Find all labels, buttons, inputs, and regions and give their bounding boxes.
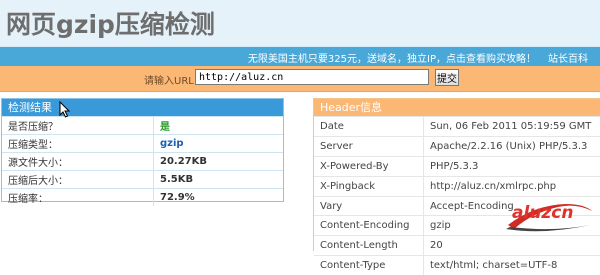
table-row: Content-Length 20 [314,235,600,256]
row-value: 20.27KB [160,156,208,167]
row-value: 72.9% [160,192,195,203]
row-label: 压缩后大小： [2,171,154,188]
row-value: Accept-Encoding [430,200,514,212]
row-label: 源文件大小： [2,153,154,170]
row-value: gzip [430,220,451,232]
row-label: Vary [314,196,424,216]
row-value: Apache/2.2.16 (Unix) PHP/5.3.3 [430,140,588,152]
table-row: 压缩率： 72.9% [2,188,283,206]
aluzcn-logo: aluzcn [504,199,596,235]
row-value: http://aluz.cn/xmlrpc.php [430,180,557,192]
row-value: 20 [430,240,443,252]
row-label: 是否压缩？ [2,117,154,134]
row-value: PHP/5.3.3 [430,160,479,172]
url-input[interactable] [195,69,429,85]
row-value: text/html; charset=UTF-8 [430,260,558,272]
row-label: Server [314,136,424,156]
table-row: 压缩类型： gzip [2,134,283,152]
result-panel: 检测结果 是否压缩？ 是 压缩类型： gzip 源文件大小： 20.27KB 压… [1,98,284,206]
row-label: Content-Length [314,236,424,256]
table-row: Server Apache/2.2.16 (Unix) PHP/5.3.3 [314,135,600,156]
row-value: 是 [160,122,170,133]
table-row: 源文件大小： 20.27KB [2,152,283,170]
row-value: Sun, 06 Feb 2011 05:19:59 GMT [430,120,592,132]
table-row: Content-Type text/html; charset=UTF-8 [314,255,600,275]
table-row: 压缩后大小： 5.5KB [2,170,283,188]
row-label: 压缩类型： [2,135,154,152]
table-row: X-Powered-By PHP/5.3.3 [314,155,600,176]
row-label: 压缩率： [2,189,154,206]
row-value: gzip [160,138,184,149]
promo-container: 无限美国主机只要325元，送域名，独立IP，点击查看购买攻略！ 站长百科 [248,50,588,65]
row-label: X-Powered-By [314,156,424,176]
result-heading: 检测结果 [2,99,283,116]
logo-text: aluzcn [512,203,574,223]
table-row: X-Pingback http://aluz.cn/xmlrpc.php [314,175,600,196]
submit-button[interactable]: 提交 [435,69,459,86]
promo-bar: 无限美国主机只要325元，送域名，独立IP，点击查看购买攻略！ 站长百科 [0,46,600,67]
row-value: 5.5KB [160,174,194,185]
table-row: Date Sun, 06 Feb 2011 05:19:59 GMT [314,116,600,136]
mouse-cursor-icon [59,100,71,118]
promo-link[interactable]: 无限美国主机只要325元，送域名，独立IP，点击查看购买攻略！ [248,54,536,65]
row-label: Content-Encoding [314,216,424,236]
row-label: Content-Type [314,256,424,275]
table-row: 是否压缩？ 是 [2,116,283,134]
url-bar: 请输入URL： 提交 [0,66,600,92]
header-info-heading: Header信息 [314,99,600,116]
row-label: Date [314,117,424,136]
promo-site-link[interactable]: 站长百科 [548,54,588,65]
page-title: 网页gzip压缩检测 [6,10,215,39]
page-header: 网页gzip压缩检测 [0,0,600,46]
row-label: X-Pingback [314,176,424,196]
